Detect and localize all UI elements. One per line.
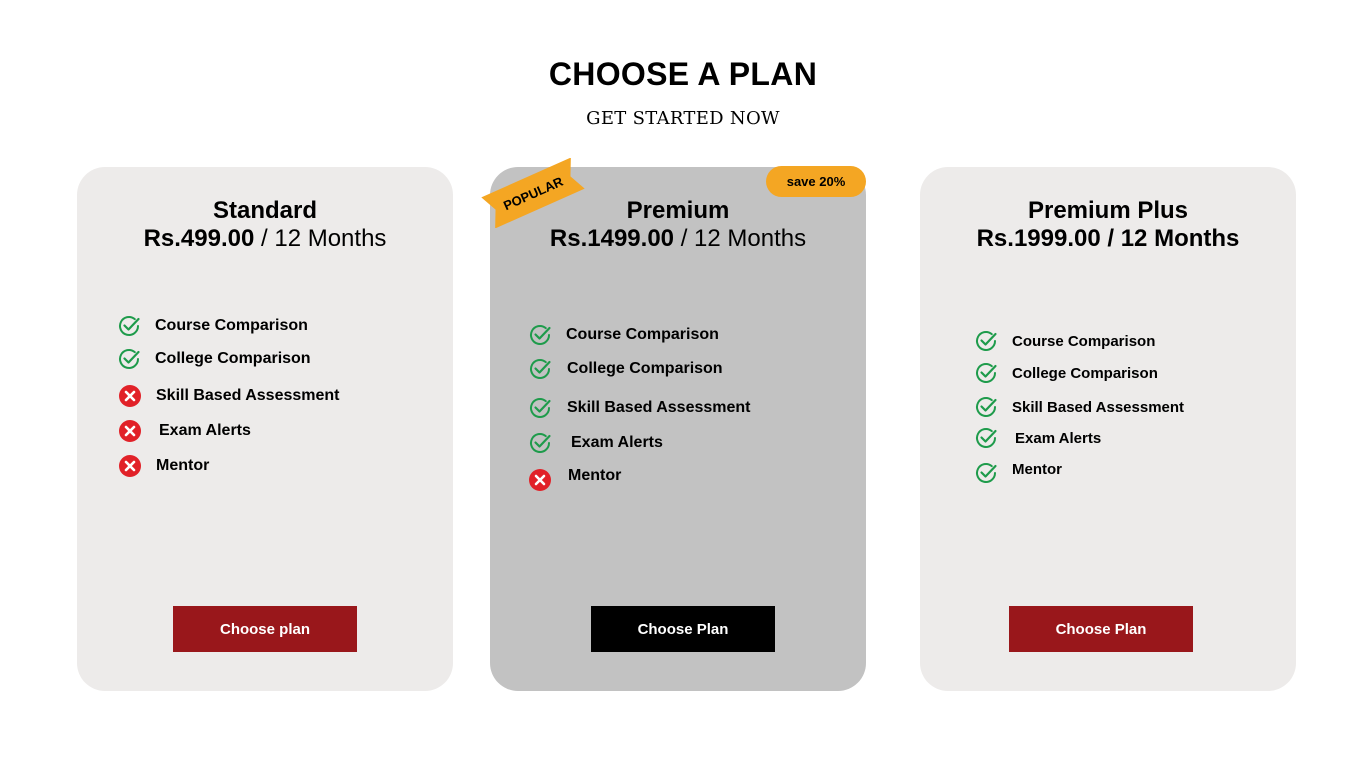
feature-item: Skill Based Assessment [974,395,1184,419]
feature-item: College Comparison [974,361,1158,385]
plan-card-premium-plus: Premium Plus Rs.1999.00 / 12 Months Cour… [920,167,1296,691]
feature-item: College Comparison [117,347,311,371]
check-icon [528,323,552,347]
plan-price-line: Rs.1499.00 / 12 Months [490,225,866,253]
plan-card-standard: Standard Rs.499.00 / 12 Months Course Co… [77,167,453,691]
plan-price: Rs.499.00 [143,225,255,252]
check-icon [974,361,998,385]
check-icon [117,314,141,338]
plan-name: Standard [212,197,317,224]
feature-item: Course Comparison [117,314,308,338]
plan-header: Premium Plus Rs.1999.00 / 12 Months [920,197,1296,253]
feature-item: Course Comparison [974,329,1155,353]
check-icon [974,395,998,419]
plan-period: / 12 Months [1107,225,1240,252]
check-icon [528,396,552,420]
feature-item: College Comparison [528,357,723,381]
feature-item: Skill Based Assessment [118,384,340,408]
choose-plan-button[interactable]: Choose Plan [591,606,775,652]
check-icon [974,461,998,485]
choose-plan-button[interactable]: Choose plan [173,606,357,652]
plan-card-premium: Premium Rs.1499.00 / 12 Months Course Co… [490,167,866,691]
plan-name: Premium Plus [1027,197,1189,224]
cross-icon [118,419,142,443]
plan-price-line: Rs.499.00 / 12 Months [77,225,453,253]
feature-item: Skill Based Assessment [528,396,751,420]
cross-icon [528,468,552,492]
plan-price: Rs.1499.00 [549,225,675,252]
plan-price-line: Rs.1999.00 / 12 Months [920,225,1296,253]
plan-header: Standard Rs.499.00 / 12 Months [77,197,453,253]
plan-period: / 12 Months [261,225,387,252]
choose-plan-button[interactable]: Choose Plan [1009,606,1193,652]
page-subtitle: GET STARTED NOW [586,108,780,129]
plan-period: / 12 Months [680,225,807,252]
feature-item: Course Comparison [528,323,719,347]
feature-item: Exam Alerts [528,431,663,455]
cross-icon [118,384,142,408]
check-icon [974,329,998,353]
page-title: CHOOSE A PLAN [548,56,818,92]
feature-item: Mentor [118,454,209,478]
plan-price: Rs.1999.00 [976,225,1101,252]
check-icon [528,431,552,455]
popular-ribbon: POPULAR [481,158,585,228]
feature-item: Mentor [528,467,621,492]
check-icon [117,347,141,371]
cross-icon [118,454,142,478]
feature-item: Mentor [974,461,1062,485]
feature-item: Exam Alerts [974,426,1101,450]
check-icon [974,426,998,450]
save-badge: save 20% [766,166,866,197]
check-icon [528,357,552,381]
feature-item: Exam Alerts [118,419,251,443]
